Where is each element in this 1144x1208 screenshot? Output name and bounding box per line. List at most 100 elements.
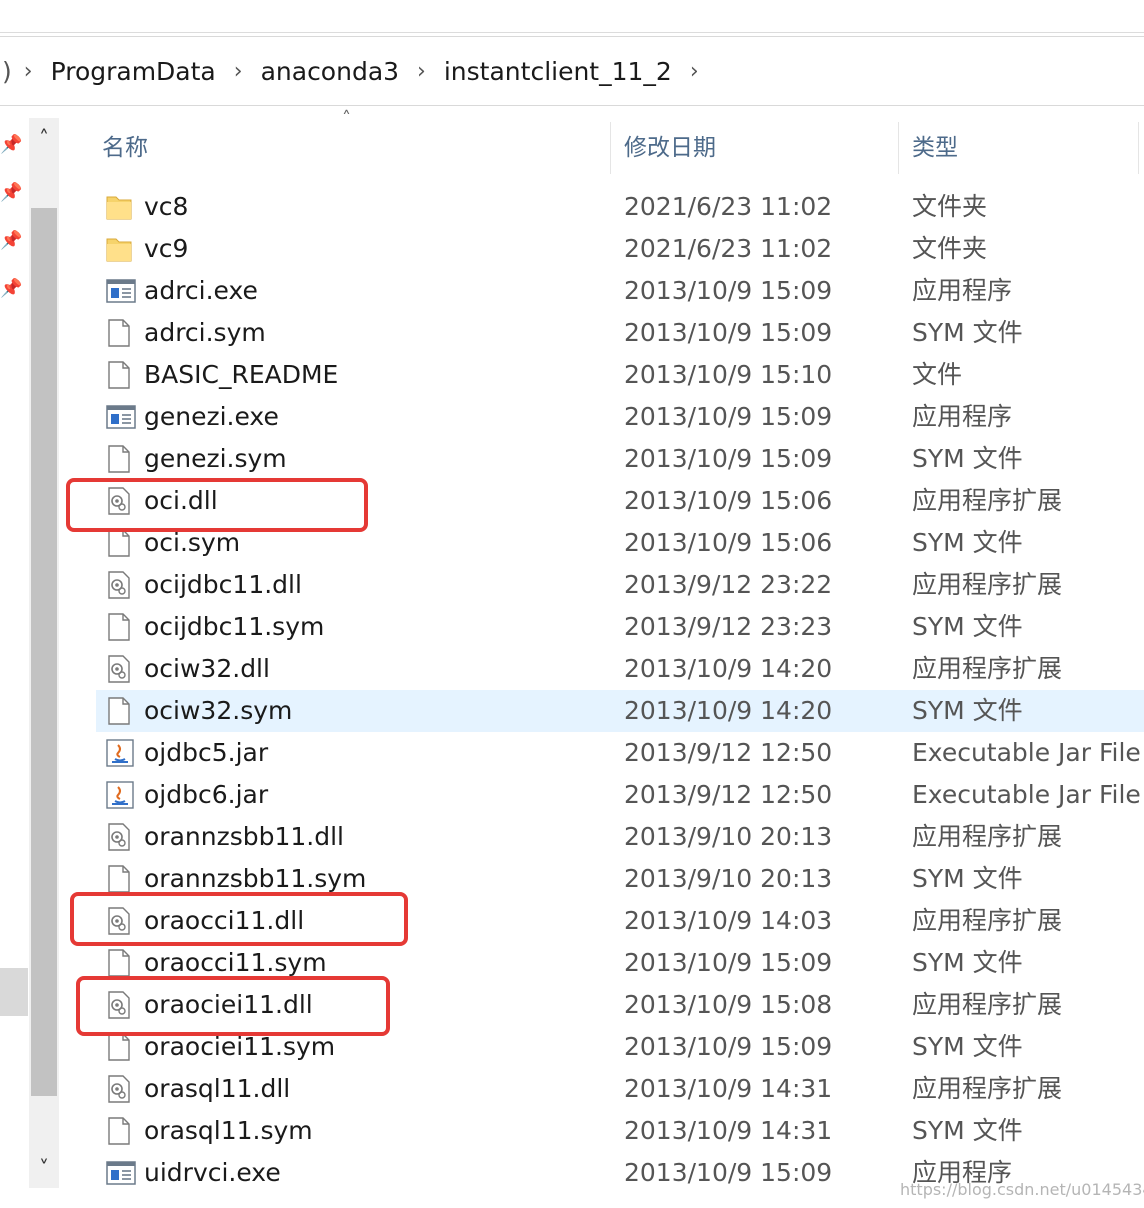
column-header-date[interactable]: 修改日期 [624,118,716,178]
file-type: 应用程序扩展 [912,486,1063,515]
file-name: ojdbc5.jar [144,738,269,767]
file-date: 2013/10/9 14:31 [624,1116,833,1145]
file-type: 应用程序扩展 [912,990,1063,1019]
breadcrumb-overflow-icon[interactable]: ) [0,57,18,86]
file-date: 2013/10/9 15:06 [624,486,833,515]
file-date: 2021/6/23 11:02 [624,234,833,263]
file-row[interactable]: ojdbc6.jar 2013/9/12 12:50 Executable Jar … [96,774,1144,816]
breadcrumb-segment[interactable]: ProgramData [39,57,228,86]
sort-ascending-icon: ˄ [342,108,351,129]
file-type: Executable Jar File [912,780,1141,809]
file-name: ocijdbc11.dll [144,570,302,599]
chevron-right-icon[interactable]: › [228,59,249,84]
file-row[interactable]: ociw32.sym 2013/10/9 14:20 SYM 文件 [96,690,1144,732]
scroll-thumb[interactable] [31,208,57,1096]
file-row[interactable]: vc8 2021/6/23 11:02 文件夹 [96,186,1144,228]
file-name: ojdbc6.jar [144,780,269,809]
file-date: 2013/10/9 15:09 [624,318,833,347]
navigation-pane: 📌 📌 📌 📌 [0,118,28,1208]
file-row[interactable]: orasql11.dll 2013/10/9 14:31 应用程序扩展 [96,1068,1144,1110]
file-name: ocijdbc11.sym [144,612,325,641]
column-divider[interactable] [610,122,611,174]
file-name: genezi.exe [144,402,279,431]
file-icon [106,445,132,473]
file-date: 2013/9/12 12:50 [624,738,833,767]
file-type: SYM 文件 [912,948,1023,977]
file-row[interactable]: ocijdbc11.dll 2013/9/12 23:22 应用程序扩展 [96,564,1144,606]
file-name: adrci.exe [144,276,258,305]
column-header-name[interactable]: 名称 [102,118,148,178]
file-row[interactable]: vc9 2021/6/23 11:02 文件夹 [96,228,1144,270]
pin-icon[interactable]: 📌 [0,230,22,252]
file-date: 2013/10/9 15:08 [624,990,833,1019]
file-row[interactable]: adrci.sym 2013/10/9 15:09 SYM 文件 [96,312,1144,354]
file-name: orasql11.dll [144,1074,291,1103]
scroll-down-icon[interactable]: ˅ [29,1148,59,1188]
file-date: 2013/10/9 14:31 [624,1074,833,1103]
column-divider[interactable] [898,122,899,174]
file-name: orasql11.sym [144,1116,313,1145]
annotation-box [66,478,368,532]
file-type: Executable Jar File [912,738,1141,767]
file-date: 2013/10/9 15:09 [624,1158,833,1187]
file-name: vc8 [144,192,189,221]
file-type: 文件夹 [912,192,988,221]
chevron-right-icon[interactable]: › [411,59,432,84]
file-name: adrci.sym [144,318,266,347]
file-name: BASIC_README [144,360,339,389]
file-name: genezi.sym [144,444,287,473]
column-divider[interactable] [1138,122,1139,174]
file-row[interactable]: genezi.exe 2013/10/9 15:09 应用程序 [96,396,1144,438]
file-icon [106,613,132,641]
file-row[interactable]: BASIC_README 2013/10/9 15:10 文件 [96,354,1144,396]
file-type: 应用程序扩展 [912,906,1063,935]
file-row[interactable]: genezi.sym 2013/10/9 15:09 SYM 文件 [96,438,1144,480]
annotation-box [70,892,408,946]
file-name: orannzsbb11.dll [144,822,344,851]
annotation-box [76,976,390,1036]
pin-icon[interactable]: 📌 [0,182,22,204]
breadcrumb: ) › ProgramData › anaconda3 › instantcli… [0,37,705,105]
vertical-scrollbar[interactable]: ˄ ˅ [29,118,59,1188]
scroll-up-icon[interactable]: ˄ [29,118,59,158]
breadcrumb-segment[interactable]: anaconda3 [249,57,411,86]
pin-icon[interactable]: 📌 [0,278,22,300]
file-row[interactable]: adrci.exe 2013/10/9 15:09 应用程序 [96,270,1144,312]
file-date: 2013/9/10 20:13 [624,822,833,851]
chevron-right-icon[interactable]: › [18,59,39,84]
file-row[interactable]: ociw32.dll 2013/10/9 14:20 应用程序扩展 [96,648,1144,690]
file-type: 应用程序 [912,276,1013,305]
file-icon [106,529,132,557]
file-date: 2013/10/9 15:09 [624,444,833,473]
file-row[interactable]: orasql11.sym 2013/10/9 14:31 SYM 文件 [96,1110,1144,1152]
exe-icon [106,277,136,305]
breadcrumb-segment[interactable]: instantclient_11_2 [432,57,684,86]
file-icon [106,319,132,347]
file-icon [106,361,132,389]
file-type: 应用程序 [912,402,1013,431]
file-icon [106,697,132,725]
column-header-type[interactable]: 类型 [912,118,958,178]
folder-icon [106,193,132,221]
address-bar[interactable]: ) › ProgramData › anaconda3 › instantcli… [0,36,1144,106]
pin-icon[interactable]: 📌 [0,134,22,156]
file-row[interactable]: ojdbc5.jar 2013/9/12 12:50 Executable Jar … [96,732,1144,774]
window-top-band [0,0,1144,33]
file-type: 应用程序扩展 [912,822,1063,851]
file-row[interactable]: orannzsbb11.dll 2013/9/10 20:13 应用程序扩展 [96,816,1144,858]
file-date: 2013/9/12 12:50 [624,780,833,809]
file-date: 2013/10/9 15:09 [624,1032,833,1061]
exe-icon [106,1159,136,1187]
file-date: 2013/9/10 20:13 [624,864,833,893]
column-header: ˄ 名称 修改日期 类型 [60,108,1144,178]
file-type: SYM 文件 [912,444,1023,473]
file-icon [106,1117,132,1145]
chevron-right-icon[interactable]: › [684,59,705,84]
file-date: 2013/9/12 23:23 [624,612,833,641]
file-type: SYM 文件 [912,612,1023,641]
file-type: SYM 文件 [912,528,1023,557]
file-icon [106,865,132,893]
file-type: 应用程序扩展 [912,654,1063,683]
navigation-selected-item[interactable] [0,968,28,1016]
file-row[interactable]: ocijdbc11.sym 2013/9/12 23:23 SYM 文件 [96,606,1144,648]
